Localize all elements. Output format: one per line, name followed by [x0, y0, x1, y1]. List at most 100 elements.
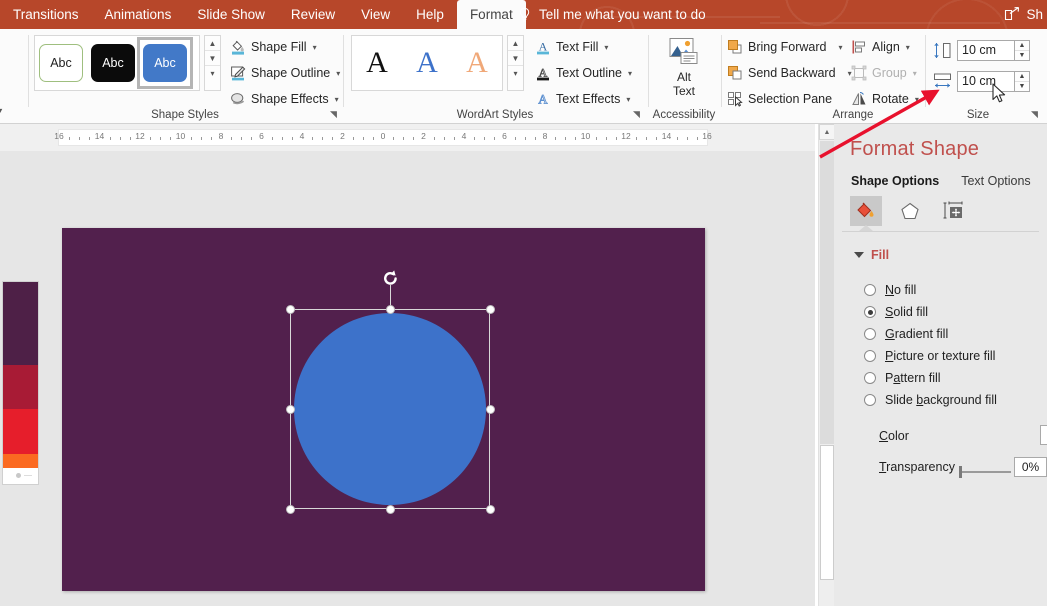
transparency-input[interactable]: 0% — [1014, 457, 1047, 477]
shape-height-field[interactable]: 10 cm ▲ ▼ — [933, 40, 1030, 61]
text-outline-button[interactable]: A Text Outline ▾ — [535, 65, 632, 81]
tab-text-options[interactable]: Text Options — [961, 174, 1030, 188]
radio-solid-fill[interactable]: Solid fill — [864, 305, 928, 319]
shape-styles-dialog-launcher[interactable]: ◥ — [330, 109, 341, 120]
scroll-down-icon[interactable]: ▼ — [205, 51, 220, 66]
group-separator — [28, 35, 29, 107]
resize-handle-nw[interactable] — [286, 305, 295, 314]
wordart-thumb-orange[interactable]: A — [454, 41, 500, 85]
scroll-up-button[interactable]: ▲ — [819, 124, 835, 140]
tab-transitions[interactable]: Transitions — [0, 0, 92, 29]
radio-picture-or-texture-fill[interactable]: Picture or texture fill — [864, 349, 995, 363]
bring-forward-button[interactable]: Bring Forward ▾ — [727, 39, 843, 55]
spinner-up-icon[interactable]: ▲ — [1015, 41, 1029, 51]
selection-pane-label: Selection Pane — [748, 92, 833, 106]
radio-icon[interactable] — [864, 350, 876, 362]
alt-text-button[interactable]: Alt Text — [658, 37, 710, 98]
fill-color-button[interactable] — [1040, 425, 1047, 445]
group-button[interactable]: Group ▾ — [851, 65, 917, 81]
scroll-thumb[interactable] — [820, 445, 834, 580]
slider-thumb[interactable] — [959, 466, 962, 478]
wordart-scroll-buttons[interactable]: ▲ ▼ ▾ — [507, 35, 524, 91]
shape-style-thumb-blue-selected[interactable]: Abc — [137, 37, 193, 89]
scroll-track-upper[interactable] — [820, 141, 834, 444]
resize-handle-s[interactable] — [386, 505, 395, 514]
tab-label: Animations — [104, 7, 172, 22]
radio-gradient-fill[interactable]: Gradient fill — [864, 327, 948, 341]
radio-slide-background-fill[interactable]: Slide background fill — [864, 393, 997, 407]
effects-pentagon-icon[interactable] — [894, 196, 926, 226]
shape-height-input[interactable]: 10 cm — [957, 40, 1015, 61]
spinner-down-icon[interactable]: ▼ — [1015, 51, 1029, 60]
radio-icon[interactable] — [864, 284, 876, 296]
wordart-dialog-launcher[interactable]: ◥ — [633, 109, 644, 120]
tab-help[interactable]: Help — [403, 0, 457, 29]
shape-style-thumb-white[interactable]: Abc — [37, 41, 85, 85]
tab-review[interactable]: Review — [278, 0, 348, 29]
tab-animations[interactable]: Animations — [92, 0, 185, 29]
radio-icon-selected[interactable] — [864, 306, 876, 318]
spinner-down-icon[interactable]: ▼ — [1015, 82, 1029, 91]
tab-format[interactable]: Format — [456, 0, 526, 29]
shape-width-field[interactable]: 10 cm ▲ ▼ — [933, 71, 1030, 92]
radio-icon[interactable] — [864, 372, 876, 384]
resize-handle-ne[interactable] — [486, 305, 495, 314]
wordart-styles-gallery[interactable]: A A A — [351, 35, 503, 91]
resize-handle-n[interactable] — [386, 305, 395, 314]
align-button[interactable]: Align ▾ — [851, 39, 910, 55]
partial-command-left[interactable]: s▾ — [0, 103, 2, 117]
scroll-up-icon[interactable]: ▲ — [508, 36, 523, 51]
size-dialog-launcher[interactable]: ◥ — [1031, 109, 1042, 120]
group-separator — [721, 35, 722, 107]
shape-width-spinner[interactable]: ▲ ▼ — [1015, 71, 1030, 92]
thumb-band — [3, 409, 38, 454]
rotate-button[interactable]: Rotate ▾ — [851, 91, 919, 107]
more-styles-icon[interactable]: ▾ — [205, 66, 220, 81]
wordart-thumb-blue[interactable]: A — [404, 41, 450, 85]
more-styles-icon[interactable]: ▾ — [508, 66, 523, 81]
radio-icon[interactable] — [864, 394, 876, 406]
shape-fill-button[interactable]: Shape Fill ▾ — [230, 39, 317, 55]
scroll-down-icon[interactable]: ▼ — [508, 51, 523, 66]
vertical-scrollbar[interactable]: ▲ — [818, 124, 835, 606]
chevron-down-icon: ▾ — [312, 42, 317, 52]
text-fill-button[interactable]: A Text Fill ▾ — [535, 39, 608, 55]
share-button[interactable]: Sh — [1004, 0, 1043, 29]
mouse-pointer-icon — [992, 83, 1008, 105]
resize-handle-w[interactable] — [286, 405, 295, 414]
shape-effects-button[interactable]: Shape Effects ▾ — [230, 91, 339, 107]
spinner-up-icon[interactable]: ▲ — [1015, 72, 1029, 82]
resize-handle-e[interactable] — [486, 405, 495, 414]
shape-outline-button[interactable]: Shape Outline ▾ — [230, 65, 340, 81]
scroll-up-icon[interactable]: ▲ — [205, 36, 220, 51]
slide-canvas-area[interactable] — [48, 151, 815, 606]
tell-me-search[interactable]: Tell me what you want to do — [518, 0, 706, 29]
size-and-properties-icon[interactable] — [938, 196, 970, 226]
resize-handle-sw[interactable] — [286, 505, 295, 514]
transparency-slider[interactable] — [955, 466, 1011, 478]
tab-view[interactable]: View — [348, 0, 403, 29]
fill-section-header[interactable]: Fill — [854, 248, 889, 262]
slide-thumbnail-pane[interactable] — [0, 151, 48, 606]
send-backward-button[interactable]: Send Backward ▾ — [727, 65, 852, 81]
wordart-thumb-black[interactable]: A — [354, 41, 400, 85]
text-effects-button[interactable]: A Text Effects ▾ — [535, 91, 631, 107]
fill-and-line-icon[interactable] — [850, 196, 882, 226]
shape-style-thumb-black[interactable]: Abc — [89, 41, 137, 85]
tab-shape-options[interactable]: Shape Options — [851, 174, 939, 188]
horizontal-ruler[interactable]: 16 14 12 10 8 6 4 2 0 2 4 6 8 10 12 14 16 — [0, 124, 815, 151]
shape-height-spinner[interactable]: ▲ ▼ — [1015, 40, 1030, 61]
slide-surface[interactable] — [62, 228, 705, 591]
rotate-handle-icon[interactable] — [381, 269, 400, 288]
slide-thumbnail-1[interactable] — [3, 282, 38, 484]
shape-effects-label: Shape Effects — [251, 92, 329, 106]
radio-icon[interactable] — [864, 328, 876, 340]
shape-styles-gallery[interactable]: Abc Abc Abc — [34, 35, 200, 91]
radio-pattern-fill[interactable]: Pattern fill — [864, 371, 941, 385]
selection-pane-button[interactable]: Selection Pane — [727, 91, 832, 107]
radio-no-fill[interactable]: No fill — [864, 283, 916, 297]
resize-handle-se[interactable] — [486, 505, 495, 514]
tab-slide-show[interactable]: Slide Show — [184, 0, 278, 29]
shape-styles-scroll-buttons[interactable]: ▲ ▼ ▾ — [204, 35, 221, 91]
group-label-wordart-styles: WordArt Styles — [456, 109, 534, 121]
